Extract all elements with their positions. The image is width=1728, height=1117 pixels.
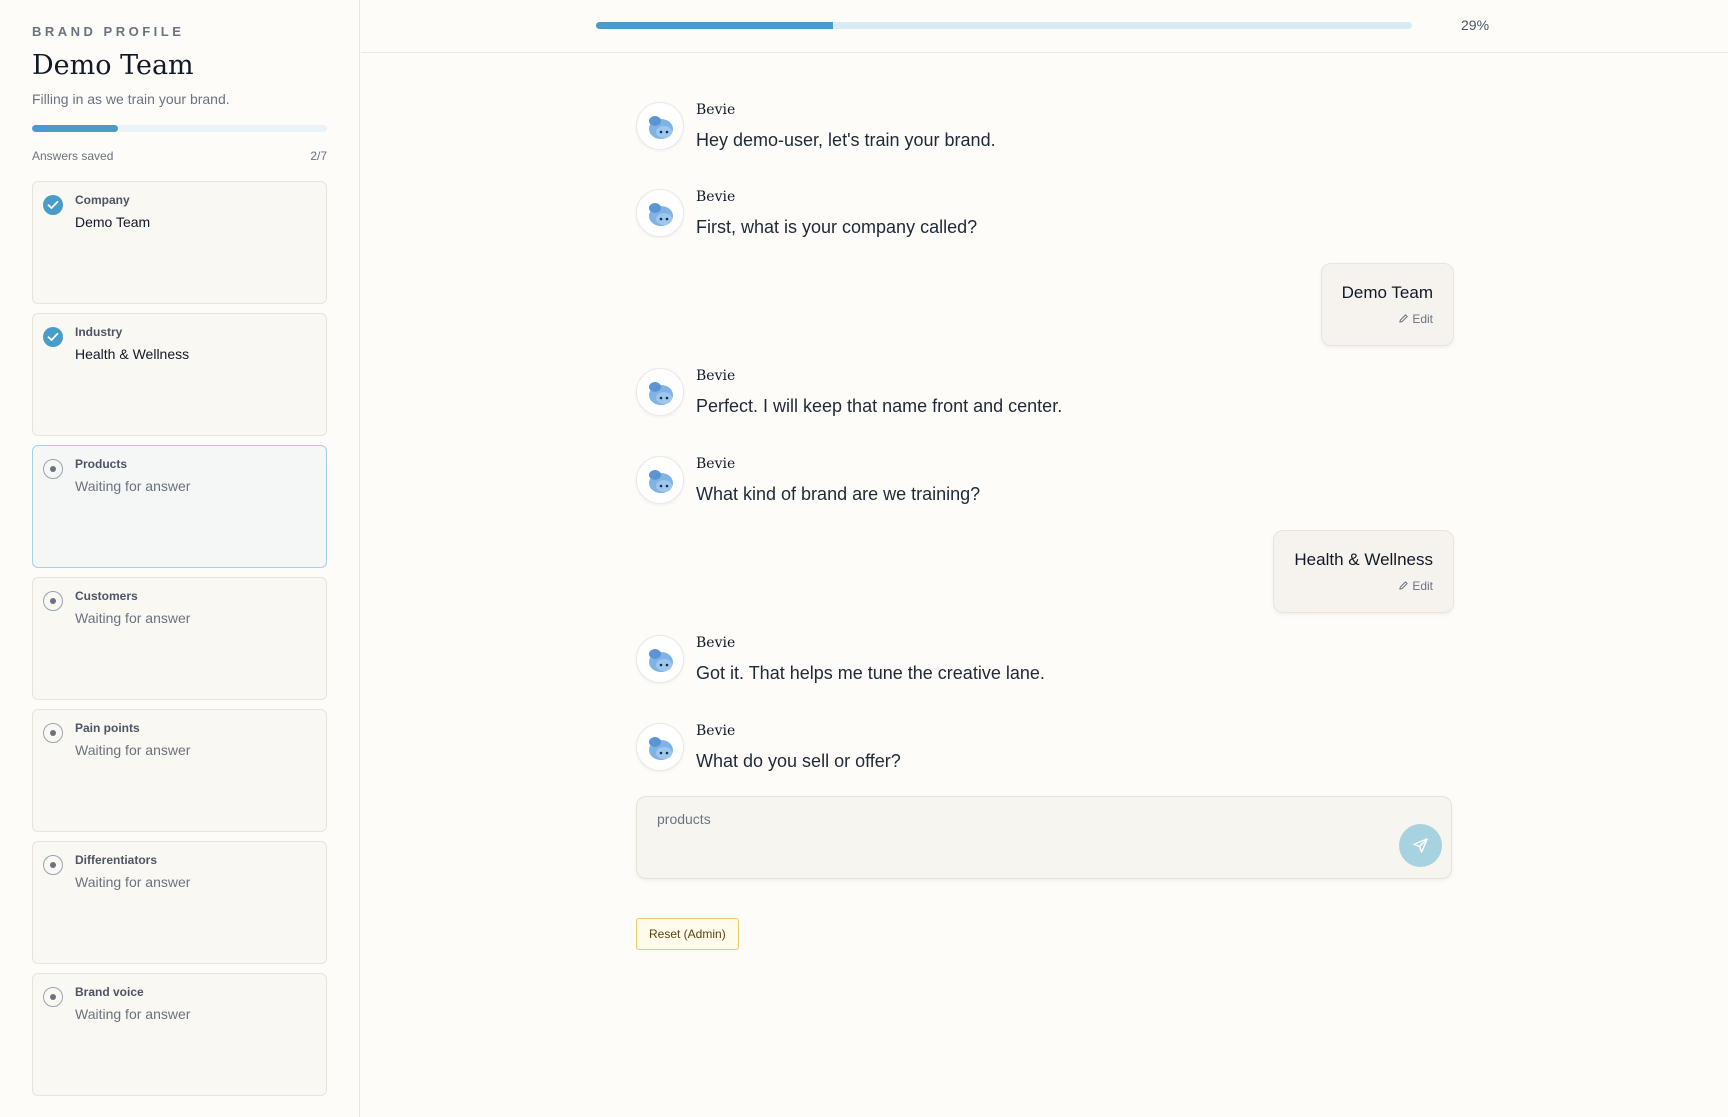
- answer-input[interactable]: [657, 811, 1357, 827]
- bevie-mascot-icon: [649, 203, 673, 226]
- brand-title: Demo Team: [32, 50, 194, 81]
- pencil-icon: [1399, 581, 1408, 590]
- edit-reply-button[interactable]: Edit: [1294, 579, 1433, 593]
- sender-name: Bevie: [696, 635, 736, 651]
- user-reply: Health & Wellness Edit: [1273, 530, 1454, 613]
- step-differentiators[interactable]: Differentiators Waiting for answer: [32, 841, 327, 964]
- message-text: What do you sell or offer?: [696, 751, 901, 771]
- step-label: Industry: [75, 325, 123, 339]
- message-text: Perfect. I will keep that name front and…: [696, 396, 1063, 416]
- message-composer: [636, 796, 1452, 879]
- brand-profile-sidebar: BRAND PROFILE Demo Team Filling in as we…: [0, 0, 360, 1117]
- pending-circle-icon: [43, 723, 63, 743]
- answers-saved-label: Answers saved: [32, 149, 114, 163]
- sidebar-eyebrow: BRAND PROFILE: [32, 24, 185, 39]
- bevie-mascot-icon: [649, 649, 673, 672]
- bevie-avatar: [636, 723, 684, 771]
- step-pain-points[interactable]: Pain points Waiting for answer: [32, 709, 327, 832]
- progress-header: 29%: [361, 0, 1728, 53]
- bevie-avatar: [636, 635, 684, 683]
- send-button[interactable]: [1399, 824, 1442, 867]
- check-circle-icon: [43, 195, 63, 215]
- bevie-mascot-icon: [649, 382, 673, 405]
- answers-progress-bar: [32, 125, 327, 132]
- reply-text: Health & Wellness: [1294, 550, 1433, 569]
- reply-text: Demo Team: [1341, 283, 1433, 302]
- training-progress-percent: 29%: [1461, 17, 1490, 33]
- edit-label: Edit: [1412, 312, 1433, 326]
- step-label: Brand voice: [75, 985, 144, 999]
- step-list: Company Demo Team Industry Health & Well…: [32, 181, 327, 1105]
- step-value: Waiting for answer: [75, 1006, 191, 1022]
- pending-circle-icon: [43, 855, 63, 875]
- step-label: Products: [75, 457, 128, 471]
- bevie-avatar: [636, 102, 684, 150]
- step-label: Differentiators: [75, 853, 158, 867]
- sender-name: Bevie: [696, 368, 736, 384]
- sender-name: Bevie: [696, 189, 736, 205]
- edit-label: Edit: [1412, 579, 1433, 593]
- step-industry[interactable]: Industry Health & Wellness: [32, 313, 327, 436]
- pencil-icon: [1399, 314, 1408, 323]
- step-customers[interactable]: Customers Waiting for answer: [32, 577, 327, 700]
- step-value: Waiting for answer: [75, 478, 191, 494]
- bevie-avatar: [636, 189, 684, 237]
- bevie-avatar: [636, 456, 684, 504]
- edit-reply-button[interactable]: Edit: [1342, 312, 1433, 326]
- message-text: Hey demo-user, let's train your brand.: [696, 130, 996, 150]
- pending-circle-icon: [43, 987, 63, 1007]
- message-text: What kind of brand are we training?: [696, 484, 981, 504]
- step-value: Waiting for answer: [75, 742, 191, 758]
- step-value: Demo Team: [75, 214, 151, 230]
- answers-progress-fill: [32, 125, 118, 132]
- message-text: First, what is your company called?: [696, 217, 978, 237]
- chat-main: 29% Bevie Hey demo-user, let's train you…: [361, 0, 1728, 1117]
- answers-saved-count: 2/7: [310, 149, 327, 163]
- brand-subtitle: Filling in as we train your brand.: [32, 91, 230, 107]
- message-text: Got it. That helps me tune the creative …: [696, 663, 1045, 683]
- step-value: Health & Wellness: [75, 346, 190, 362]
- check-circle-icon: [43, 327, 63, 347]
- sender-name: Bevie: [696, 456, 736, 472]
- bevie-mascot-icon: [649, 737, 673, 760]
- step-label: Customers: [75, 589, 138, 603]
- step-value: Waiting for answer: [75, 610, 191, 626]
- step-brand-voice[interactable]: Brand voice Waiting for answer: [32, 973, 327, 1096]
- bevie-mascot-icon: [649, 116, 673, 139]
- training-progress-fill: [596, 22, 833, 29]
- sender-name: Bevie: [696, 723, 736, 739]
- bevie-mascot-icon: [649, 470, 673, 493]
- send-icon: [1413, 838, 1428, 853]
- pending-circle-icon: [43, 459, 63, 479]
- step-products[interactable]: Products Waiting for answer: [32, 445, 327, 568]
- training-progress-bar: [596, 22, 1412, 29]
- step-company[interactable]: Company Demo Team: [32, 181, 327, 304]
- reset-admin-button[interactable]: Reset (Admin): [636, 918, 739, 950]
- pending-circle-icon: [43, 591, 63, 611]
- user-reply: Demo Team Edit: [1320, 263, 1454, 346]
- step-label: Pain points: [75, 721, 140, 735]
- bevie-avatar: [636, 368, 684, 416]
- sender-name: Bevie: [696, 102, 736, 118]
- step-value: Waiting for answer: [75, 874, 191, 890]
- step-label: Company: [75, 193, 130, 207]
